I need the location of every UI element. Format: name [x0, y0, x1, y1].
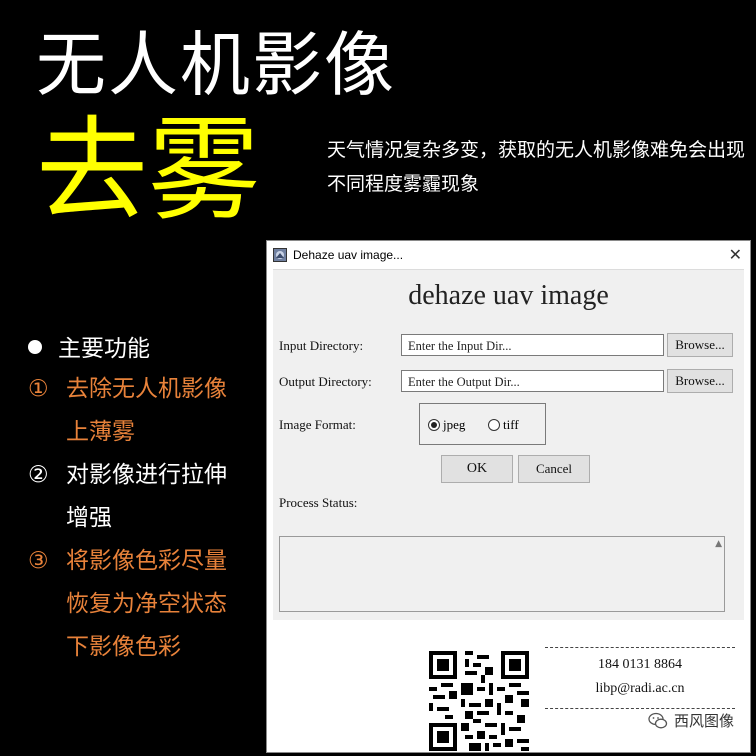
close-icon[interactable]: ✕ — [729, 245, 742, 265]
contact-email: libp@radi.ac.cn — [595, 681, 685, 696]
feature-number: ② — [28, 462, 49, 488]
output-directory-field[interactable]: Enter the Output Dir... — [401, 370, 664, 392]
app-icon — [273, 248, 287, 262]
dialog-heading: dehaze uav image — [408, 280, 609, 311]
ok-button[interactable]: OK — [441, 455, 513, 483]
divider — [545, 708, 735, 709]
image-format-group: jpeg tiff — [419, 403, 546, 445]
cancel-button[interactable]: Cancel — [518, 455, 590, 483]
radio-unchecked-icon — [488, 419, 500, 431]
watermark-text: 西风图像 — [673, 712, 734, 730]
feature-text: 去除无人机影像上薄雾 — [66, 376, 227, 445]
scroll-up-icon[interactable]: ▲ — [715, 539, 722, 549]
watermark: 西风图像 — [648, 710, 734, 731]
qr-code — [429, 651, 529, 751]
feature-item: ① 去除无人机影像上薄雾 — [28, 368, 258, 454]
browse-output-button[interactable]: Browse... — [667, 369, 733, 393]
contact-phone: 184 0131 8864 — [598, 657, 682, 672]
poster-description: 天气情况复杂多变，获取的无人机影像难免会出现不同程度雾霾现象 — [327, 139, 746, 195]
dialog-body: dehaze uav image Input Directory: Enter … — [273, 269, 744, 751]
feature-list: 主要功能 ① 去除无人机影像上薄雾 ② 对影像进行拉伸增强 ③ 将影像色彩尽量恢… — [28, 330, 258, 669]
feature-number: ③ — [28, 548, 49, 574]
radio-checked-icon — [428, 419, 440, 431]
window-titlebar[interactable]: Dehaze uav image... ✕ — [267, 241, 750, 269]
process-status-label: Process Status: — [279, 495, 358, 510]
output-directory-label: Output Directory: — [279, 374, 372, 389]
feature-number: ① — [28, 376, 49, 402]
process-status-area[interactable]: ▲ — [279, 536, 725, 612]
wechat-icon — [648, 712, 668, 728]
feature-item: ③ 将影像色彩尽量恢复为净空状态下影像色彩 — [28, 540, 258, 669]
window-title: Dehaze uav image... — [293, 248, 404, 262]
radio-tiff-label: tiff — [503, 417, 519, 432]
poster-subtitle: 去雾 — [36, 106, 260, 236]
input-directory-label: Input Directory: — [279, 338, 364, 353]
dehaze-dialog: Dehaze uav image... ✕ dehaze uav image I… — [266, 240, 751, 753]
browse-input-button[interactable]: Browse... — [667, 333, 733, 357]
features-heading: 主要功能 — [28, 330, 258, 368]
features-heading-text: 主要功能 — [58, 336, 150, 362]
poster-title: 无人机影像 — [36, 24, 396, 106]
radio-jpeg[interactable]: jpeg — [428, 417, 465, 433]
feature-item: ② 对影像进行拉伸增强 — [28, 454, 258, 540]
bullet-icon — [28, 340, 42, 354]
feature-text: 将影像色彩尽量恢复为净空状态下影像色彩 — [66, 548, 227, 660]
radio-jpeg-label: jpeg — [443, 417, 466, 432]
input-directory-field[interactable]: Enter the Input Dir... — [401, 334, 664, 356]
feature-text: 对影像进行拉伸增强 — [66, 462, 227, 531]
divider — [545, 647, 735, 648]
radio-tiff[interactable]: tiff — [488, 417, 519, 433]
image-format-label: Image Format: — [279, 417, 356, 432]
